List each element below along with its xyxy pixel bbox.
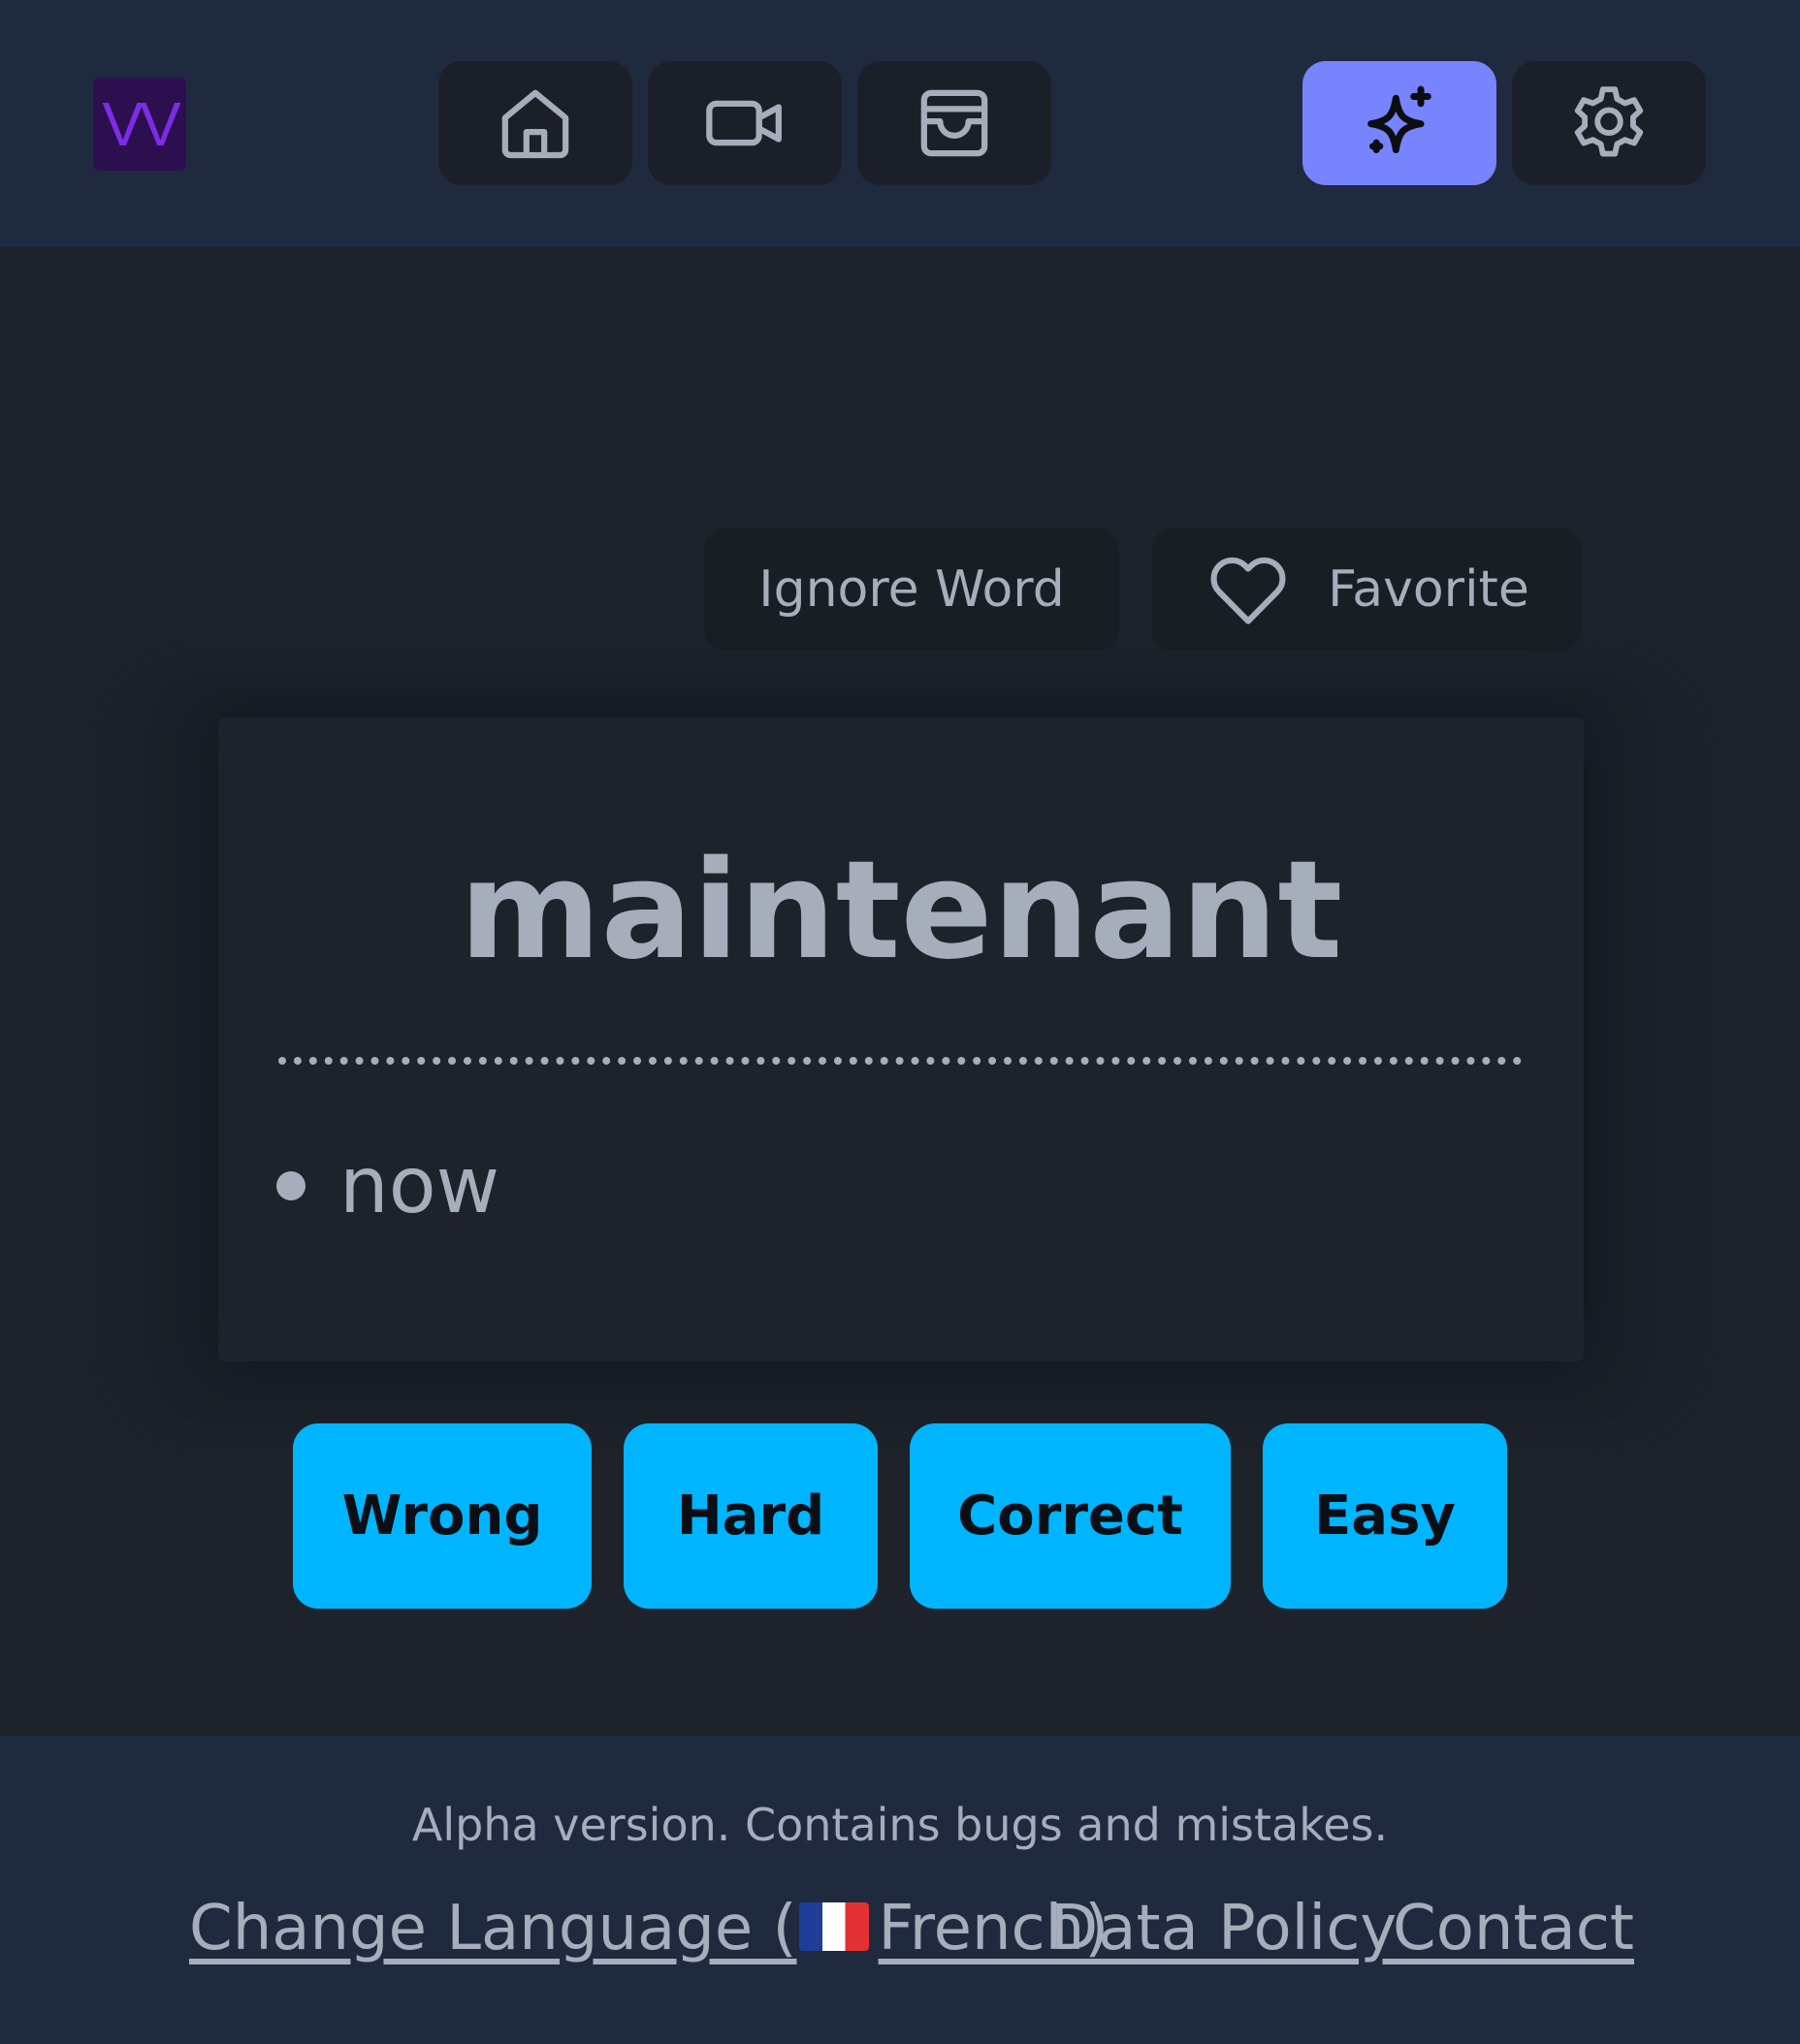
contact-link[interactable]: Contact — [1393, 1893, 1634, 1964]
flag-france-icon — [798, 1902, 869, 1951]
gear-icon — [1574, 86, 1644, 157]
favorite-label: Favorite — [1328, 560, 1529, 619]
ignore-word-button[interactable]: Ignore Word — [704, 528, 1119, 651]
nav-inbox-button[interactable] — [857, 61, 1051, 185]
ai-sparkle-button[interactable] — [1302, 61, 1496, 185]
video-camera-icon — [706, 100, 782, 146]
flashcard: maintenant now — [218, 718, 1584, 1361]
ignore-word-label: Ignore Word — [758, 560, 1065, 619]
flashcard-word: maintenant — [459, 832, 1343, 990]
settings-button[interactable] — [1512, 61, 1706, 185]
correct-button[interactable]: Correct — [910, 1423, 1231, 1609]
home-icon — [501, 89, 569, 159]
nav-videos-button[interactable] — [648, 61, 842, 185]
change-language-prefix: Change Language ( — [189, 1893, 797, 1964]
inbox-icon — [920, 89, 988, 157]
meaning-item: now — [339, 1140, 500, 1230]
favorite-button[interactable]: Favorite — [1151, 528, 1582, 651]
dotted-divider — [278, 1057, 1522, 1065]
alpha-notice: Alpha version. Contains bugs and mistake… — [411, 1799, 1389, 1851]
easy-button[interactable]: Easy — [1263, 1423, 1507, 1609]
heart-icon — [1210, 557, 1286, 624]
sparkle-icon — [1367, 85, 1431, 153]
data-policy-link[interactable]: Data Policy — [1050, 1893, 1397, 1964]
app-logo[interactable]: VV — [93, 78, 186, 171]
footer: Alpha version. Contains bugs and mistake… — [0, 1736, 1800, 2044]
wrong-button[interactable]: Wrong — [293, 1423, 592, 1609]
top-navigation-bar: VV — [0, 0, 1800, 247]
bullet-icon — [276, 1171, 305, 1200]
nav-home-button[interactable] — [438, 61, 632, 185]
hard-button[interactable]: Hard — [624, 1423, 878, 1609]
change-language-link[interactable]: Change Language (French) — [189, 1893, 1109, 1964]
